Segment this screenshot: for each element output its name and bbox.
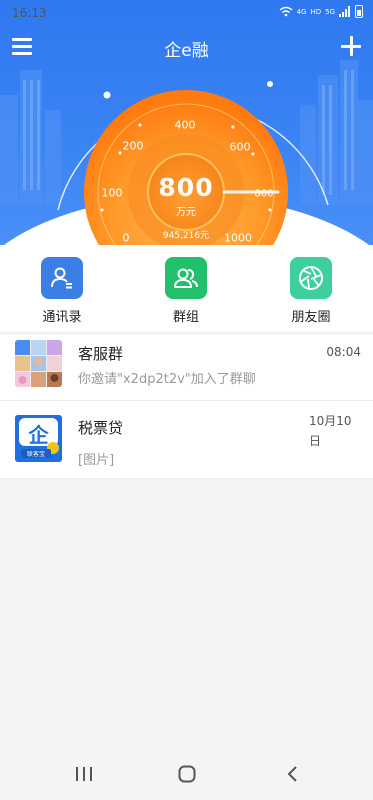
moments-button[interactable]: 朋友圈 <box>266 257 356 325</box>
chat-last-message: 你邀请"x2dp2t2v"加入了群聊 <box>78 372 256 387</box>
chat-name: 客服群 <box>78 345 124 363</box>
group-avatar <box>15 340 62 387</box>
app-screen: 16:13 4G HD 5G 企e融 0 100 200 400 600 800… <box>0 0 373 800</box>
contacts-label: 通讯录 <box>42 310 82 325</box>
contacts-icon <box>41 257 83 299</box>
chat-time: 10月10日 <box>309 414 352 448</box>
credit-sub-amount: 945,216元 <box>162 231 210 241</box>
chat-item-shuipiaodai[interactable]: 企 联客宝 税票贷 [图片] 10月10日 <box>0 401 373 479</box>
shuipiaodai-avatar: 企 联客宝 <box>15 415 62 462</box>
back-icon <box>287 766 297 782</box>
system-nav-bar <box>0 748 373 800</box>
hero-banner: 16:13 4G HD 5G 企e融 0 100 200 400 600 800… <box>0 0 373 245</box>
chat-name: 税票贷 <box>78 419 124 437</box>
chat-last-message: [图片] <box>78 453 115 468</box>
chat-time: 08:04 <box>326 345 361 359</box>
quick-actions: 通讯录 群组 朋友圈 <box>0 245 373 333</box>
contacts-button[interactable]: 通讯录 <box>17 257 107 325</box>
recent-apps-button[interactable] <box>54 748 114 800</box>
credit-unit: 万元 <box>176 207 196 218</box>
home-icon <box>178 765 196 783</box>
home-button[interactable] <box>157 748 217 800</box>
gauge-tick-200: 200 <box>122 139 144 153</box>
back-button[interactable] <box>262 748 322 800</box>
group-icon <box>165 257 207 299</box>
chat-item-kefu[interactable]: 客服群 你邀请"x2dp2t2v"加入了群聊 08:04 <box>0 335 373 401</box>
chat-list: 客服群 你邀请"x2dp2t2v"加入了群聊 08:04 企 联客宝 税票贷 [… <box>0 335 373 479</box>
recent-apps-icon <box>76 767 92 781</box>
gauge-tick-600: 600 <box>229 140 251 154</box>
avatar-caption: 联客宝 <box>26 451 45 458</box>
groups-button[interactable]: 群组 <box>141 257 231 325</box>
credit-gauge: 0 100 200 400 600 800 1000 800 万元 945,21… <box>78 70 294 245</box>
credit-amount: 800 <box>158 173 214 202</box>
groups-label: 群组 <box>172 310 199 325</box>
moments-label: 朋友圈 <box>291 310 331 325</box>
avatar-logo-text: 企 <box>28 423 49 447</box>
gauge-tick-400: 400 <box>174 118 196 132</box>
gauge-dial <box>84 90 288 245</box>
moments-aperture-icon <box>290 257 332 299</box>
